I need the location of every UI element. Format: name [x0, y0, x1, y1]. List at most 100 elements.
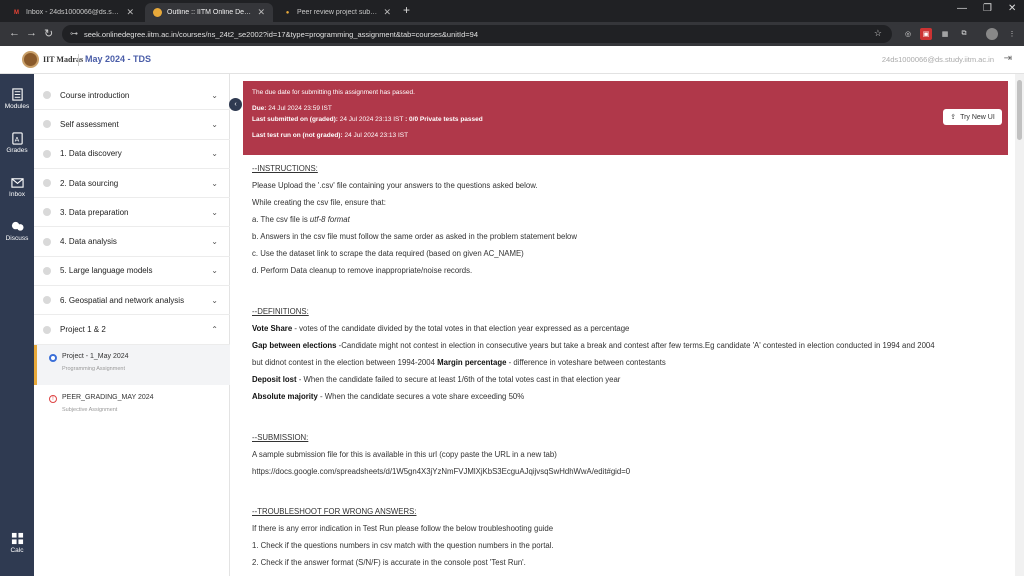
rail-inbox[interactable]: Inbox [0, 176, 34, 198]
status-dot [43, 120, 51, 129]
extension-red-icon[interactable]: ▣ [920, 28, 932, 40]
chevron-down-icon: ⌄ [211, 90, 218, 100]
troubleshoot-heading: --TROUBLESHOOT FOR WRONG ANSWERS: [252, 507, 417, 516]
submission-line: A sample submission file for this is ava… [252, 450, 557, 459]
header-divider [78, 54, 79, 66]
browser-menu-icon[interactable]: ⋮ [1006, 28, 1018, 40]
definition-gap: Gap between elections -Candidate might n… [252, 341, 935, 350]
module-geospatial-network[interactable]: 6. Geospatial and network analysis ⌄ [34, 286, 230, 316]
definition-margin: but didnot contest in the election betwe… [252, 358, 666, 367]
logout-icon[interactable]: ⇥ [1004, 53, 1012, 64]
gmail-icon: M [14, 9, 19, 16]
status-dot [43, 325, 51, 334]
forward-icon[interactable]: → [26, 27, 37, 39]
instruction-line: d. Perform Data cleanup to remove inappr… [252, 266, 473, 275]
chevron-down-icon: ⌄ [211, 149, 218, 159]
left-rail: Modules A Grades Inbox Discuss Calc [0, 74, 34, 576]
sample-file-url[interactable]: https://docs.google.com/spreadsheets/d/1… [252, 467, 630, 476]
radio-selected-icon [49, 354, 57, 362]
back-icon[interactable]: ← [9, 27, 20, 39]
rail-modules[interactable]: Modules [0, 88, 34, 110]
module-large-language-models[interactable]: 5. Large language models ⌄ [34, 257, 230, 287]
rail-calc[interactable]: Calc [0, 532, 34, 554]
browser-tab-strip: M Inbox - 24ds1000066@ds.study.iitm.ac.i… [0, 0, 1024, 22]
definition-vote-share: Vote Share - votes of the candidate divi… [252, 324, 630, 333]
status-dot [43, 208, 51, 217]
address-bar: ← → ↻ ⊶ seek.onlinedegree.iitm.ac.in/cou… [0, 22, 1024, 46]
modules-icon [11, 88, 23, 101]
scrollbar-thumb[interactable] [1017, 80, 1022, 140]
user-email: 24ds1000066@ds.study.iitm.ac.in [881, 55, 994, 64]
maximize-icon[interactable]: ❐ [983, 3, 992, 14]
module-data-preparation[interactable]: 3. Data preparation ⌄ [34, 198, 230, 228]
calculator-icon [11, 532, 23, 545]
status-dot [43, 266, 51, 275]
app-header: IIT Madras May 2024 - TDS 24ds1000066@ds… [0, 46, 1024, 74]
try-new-ui-button[interactable]: ⇪ Try New UI [943, 109, 1002, 125]
reload-icon[interactable]: ↻ [44, 27, 53, 40]
definitions-heading: --DEFINITIONS: [252, 307, 309, 316]
iitm-icon [153, 8, 162, 17]
new-tab-icon[interactable]: + [403, 3, 410, 17]
close-window-icon[interactable]: ✕ [1008, 3, 1016, 14]
status-dot [43, 91, 51, 100]
extension-icon[interactable]: ◎ [902, 28, 914, 40]
new-ui-icon: ⇪ [950, 114, 957, 121]
module-course-introduction[interactable]: Course introduction ⌄ [34, 81, 230, 111]
module-data-discovery[interactable]: 1. Data discovery ⌄ [34, 140, 230, 169]
close-tab-icon[interactable]: ✕ [383, 7, 391, 18]
module-self-assessment[interactable]: Self assessment ⌄ [34, 110, 230, 140]
last-test-run: Last test run on (not graded): 24 Jul 20… [252, 132, 409, 139]
instructions-heading: --INSTRUCTIONS: [252, 164, 318, 173]
troubleshoot-line: If there is any error indication in Test… [252, 524, 554, 533]
troubleshoot-line: 2. Check if the answer format (S/N/F) is… [252, 558, 526, 567]
browser-tab-peer-review[interactable]: ● Peer review project submission ✕ [275, 3, 399, 22]
definition-deposit-lost: Deposit lost - When the candidate failed… [252, 375, 621, 384]
status-dot [43, 237, 51, 246]
discuss-icon [11, 221, 24, 231]
course-sidebar: Course introduction ⌄ Self assessment ⌄ 1.… [34, 74, 230, 576]
alert-icon: ! [49, 395, 57, 403]
instruction-line: c. Use the dataset link to scrape the da… [252, 249, 524, 258]
url-field[interactable]: ⊶ seek.onlinedegree.iitm.ac.in/courses/n… [62, 25, 892, 43]
browser-tab-outline[interactable]: Outline :: IITM Online Degree ✕ [145, 3, 273, 22]
due-date: Due: 24 Jul 2024 23:59 IST [252, 105, 332, 112]
close-tab-icon[interactable]: ✕ [126, 7, 134, 18]
minimize-icon[interactable]: — [957, 3, 967, 14]
chevron-down-icon: ⌄ [211, 207, 218, 217]
profile-avatar-icon[interactable] [986, 28, 998, 40]
inbox-icon [10, 178, 24, 188]
submission-heading: --SUBMISSION: [252, 433, 309, 442]
last-submitted: Last submitted on (graded): 24 Jul 2024 … [252, 116, 483, 123]
dot-icon: ● [285, 9, 290, 16]
module-data-analysis[interactable]: 4. Data analysis ⌄ [34, 228, 230, 257]
chevron-up-icon: ⌃ [211, 325, 218, 335]
module-data-sourcing[interactable]: 2. Data sourcing ⌄ [34, 169, 230, 199]
site-info-icon[interactable]: ⊶ [70, 29, 78, 38]
deadline-banner: The due date for submitting this assignm… [243, 81, 1008, 155]
close-tab-icon[interactable]: ✕ [257, 7, 265, 18]
chevron-down-icon: ⌄ [211, 119, 218, 129]
extension-icon[interactable]: ▦ [939, 28, 951, 40]
module-project[interactable]: Project 1 & 2 ⌃ [34, 315, 230, 345]
page-scrollbar[interactable] [1015, 74, 1024, 576]
sidebar-item-project-1[interactable]: Project - 1_May 2024 Programming Assignm… [34, 345, 230, 385]
chevron-down-icon: ⌄ [211, 237, 218, 247]
instruction-line: Please Upload the '.csv' file containing… [252, 181, 538, 190]
browser-tab-gmail[interactable]: M Inbox - 24ds1000066@ds.study.iitm.ac.i… [4, 3, 142, 22]
assignment-main: The due date for submitting this assignm… [243, 74, 1008, 576]
sidebar-item-peer-grading[interactable]: ! PEER_GRADING_MAY 2024 Subjective Assig… [34, 386, 230, 426]
chevron-down-icon: ⌄ [211, 178, 218, 188]
definition-absolute-majority: Absolute majority - When the candidate s… [252, 392, 525, 401]
troubleshoot-line: 1. Check if the questions numbers in csv… [252, 541, 554, 550]
bookmark-star-icon[interactable]: ☆ [874, 28, 882, 39]
extensions-puzzle-icon[interactable]: ⧉ [958, 28, 970, 40]
rail-grades[interactable]: A Grades [0, 132, 34, 154]
status-dot [43, 149, 51, 158]
collapse-sidebar-button[interactable]: ‹ [229, 98, 242, 111]
chevron-down-icon: ⌄ [211, 295, 218, 305]
instruction-line: b. Answers in the csv file must follow t… [252, 232, 578, 241]
iitm-logo [22, 51, 39, 68]
deadline-message: The due date for submitting this assignm… [252, 89, 415, 96]
rail-discuss[interactable]: Discuss [0, 220, 34, 242]
